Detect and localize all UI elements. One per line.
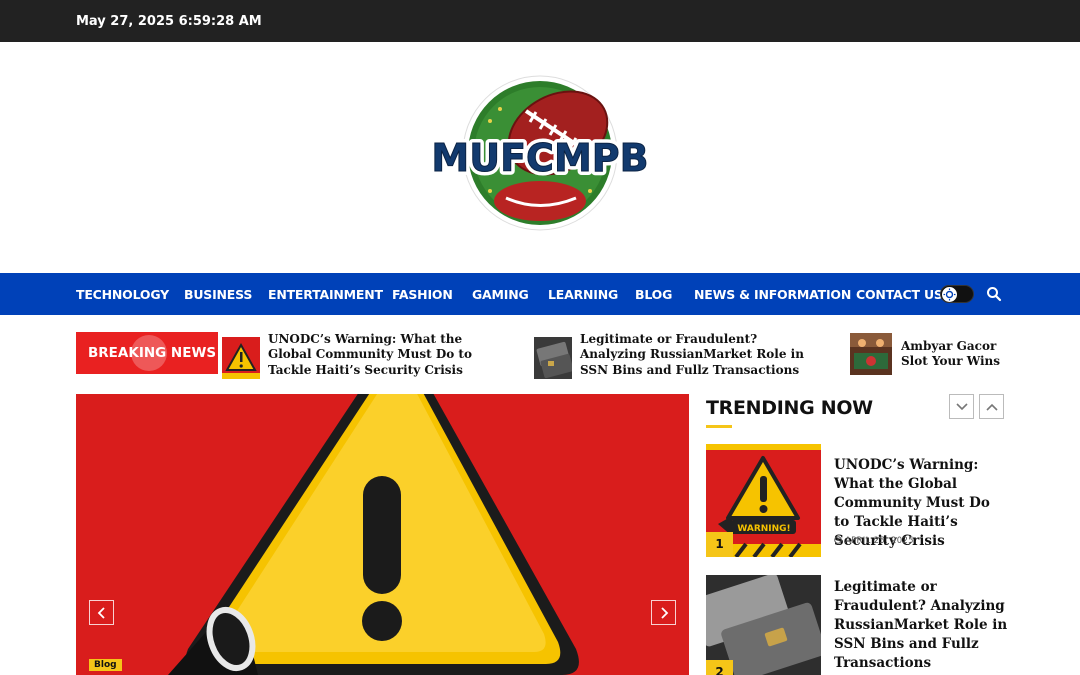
breaking-news-label: BREAKING NEWS [76,332,218,374]
top-bar: May 27, 2025 6:59:28 AM [0,0,1080,42]
nav-item-contact-us[interactable]: CONTACT US [856,287,943,302]
hero-prev-button[interactable] [89,600,114,625]
nav-item-blog[interactable]: BLOG [635,287,672,302]
svg-text:WARNING!: WARNING! [737,524,790,534]
hero-next-button[interactable] [651,600,676,625]
clock-icon [834,536,842,544]
nav-item-learning[interactable]: LEARNING [548,287,618,302]
chevron-right-icon [661,607,669,619]
trending-rank: 1 [706,532,733,557]
trending-underline [706,425,732,428]
trending-title: TRENDING NOW [706,397,873,419]
trending-up-button[interactable] [979,394,1004,419]
warning-sign-image [76,394,689,675]
chevron-up-icon [986,403,998,411]
ticker-thumbnail [222,337,260,379]
hero-category-badge[interactable]: Blog [89,659,122,671]
chevron-left-icon [97,607,105,619]
trending-date-text: APRIL 25, 2025 [845,536,914,546]
hero-slider[interactable] [76,394,689,675]
search-icon[interactable] [986,285,1002,303]
main-nav: TECHNOLOGY BUSINESS ENTERTAINMENT FASHIO… [0,273,1080,315]
site-logo[interactable]: MUFCMPB MUFCMPB [430,73,650,233]
site-header: MUFCMPB MUFCMPB [0,42,1080,273]
toggle-knob [942,287,957,302]
trending-rank: 2 [706,660,733,675]
breaking-news-text: BREAKING NEWS [88,345,217,361]
ticker-thumbnail [850,333,892,375]
ticker-title[interactable]: Ambyar Gacor Slot Your Wins with S [901,339,1004,371]
chevron-down-icon [956,403,968,411]
svg-text:MUFCMPB: MUFCMPB [431,136,648,180]
current-datetime: May 27, 2025 6:59:28 AM [76,14,262,29]
nav-item-gaming[interactable]: GAMING [472,287,529,302]
nav-item-technology[interactable]: TECHNOLOGY [76,287,169,302]
trending-item-date: APRIL 25, 2025 [834,536,914,546]
ticker-thumbnail [534,337,572,379]
nav-item-business[interactable]: BUSINESS [184,287,252,302]
nav-item-fashion[interactable]: FASHION [392,287,453,302]
ticker-title[interactable]: Legitimate or Fraudulent? Analyzing Russ… [580,332,805,378]
sun-icon [943,288,956,301]
trending-down-button[interactable] [949,394,974,419]
news-ticker: UNODC’s Warning: What the Global Communi… [222,328,1004,382]
nav-item-news-information[interactable]: NEWS & INFORMATION [694,287,851,302]
trending-item-title[interactable]: Legitimate or Fraudulent? Analyzing Russ… [834,578,1009,673]
ticker-title[interactable]: UNODC’s Warning: What the Global Communi… [268,332,500,378]
trending-thumbnail[interactable]: WARNING! 1 [706,444,821,557]
trending-thumbnail[interactable]: 2 [706,575,821,675]
nav-item-entertainment[interactable]: ENTERTAINMENT [268,287,383,302]
dark-mode-toggle[interactable] [940,285,974,303]
